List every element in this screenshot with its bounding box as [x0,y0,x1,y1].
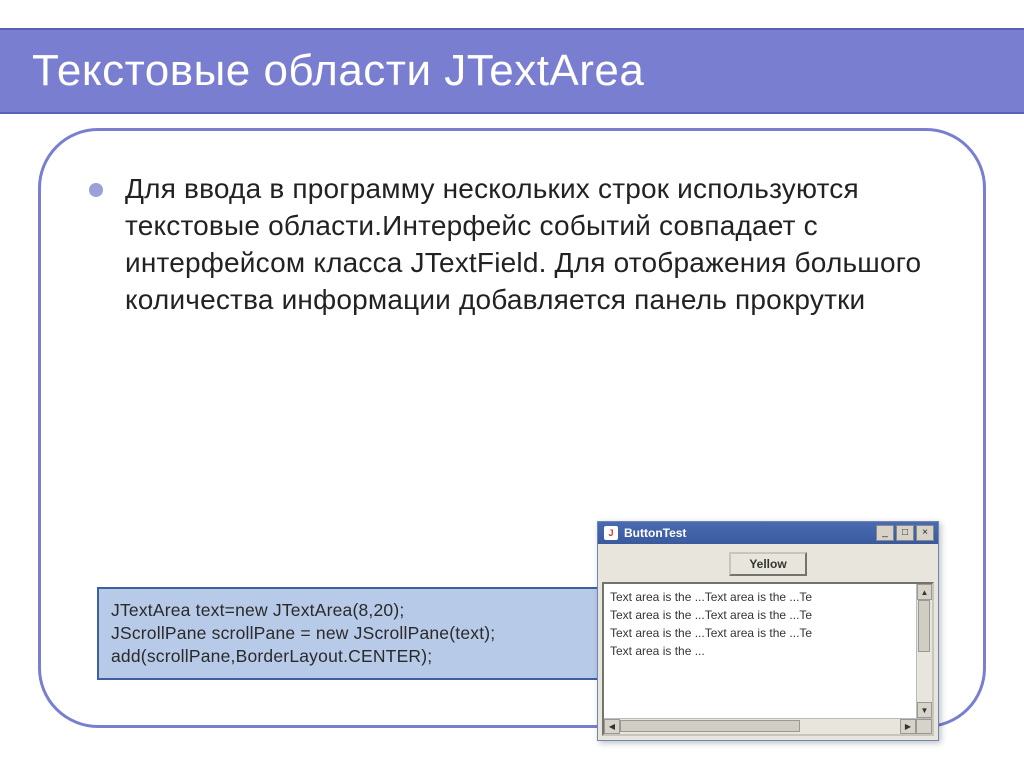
scroll-right-icon[interactable]: ▶ [900,719,916,734]
scroll-left-icon[interactable]: ◀ [604,719,620,734]
bullet-dot-icon [89,183,103,197]
scroll-down-icon[interactable]: ▼ [917,702,932,718]
vscroll-track[interactable] [917,600,932,702]
title-bar: Текстовые области JTextArea [0,28,1024,114]
minimize-button[interactable]: _ [876,525,894,541]
code-snippet: JTextArea text=new JTextArea(8,20); JScr… [97,587,617,680]
swing-window-title: ButtonTest [624,526,686,540]
swing-window: J ButtonTest _ □ × Yellow Text area is t… [597,521,939,741]
slide-container: Текстовые области JTextArea Для ввода в … [0,0,1024,768]
close-button[interactable]: × [916,525,934,541]
scroll-up-icon[interactable]: ▲ [917,584,932,600]
hscroll-thumb[interactable] [620,720,800,732]
java-icon: J [604,526,618,540]
hscroll-track[interactable] [620,719,900,734]
content-frame: Для ввода в программу нескольких строк и… [38,128,986,728]
text-area[interactable]: Text area is the ...Text area is the ...… [604,584,916,718]
window-controls: _ □ × [874,525,934,541]
swing-titlebar[interactable]: J ButtonTest _ □ × [598,522,938,544]
code-line: add(scrollPane,BorderLayout.CENTER); [111,646,432,666]
vscroll-thumb[interactable] [918,600,930,652]
slide-title: Текстовые области JTextArea [32,46,644,96]
vertical-scrollbar[interactable]: ▲ ▼ [916,584,932,718]
text-area-line: Text area is the ...Text area is the ...… [610,588,914,606]
text-area-line: Text area is the ...Text area is the ...… [610,606,914,624]
maximize-button[interactable]: □ [896,525,914,541]
swing-toolbar: Yellow [602,548,934,582]
text-area-line: Text area is the ... [610,642,914,660]
scroll-corner [916,719,932,734]
code-line: JTextArea text=new JTextArea(8,20); [111,600,404,620]
swing-body: Yellow Text area is the ...Text area is … [598,544,938,740]
horizontal-scrollbar[interactable]: ◀ ▶ [604,718,932,734]
yellow-button[interactable]: Yellow [729,552,806,576]
scroll-pane: Text area is the ...Text area is the ...… [602,582,934,736]
bullet-item: Для ввода в программу нескольких строк и… [89,171,943,319]
bullet-text: Для ввода в программу нескольких строк и… [125,171,943,319]
text-area-line: Text area is the ...Text area is the ...… [610,624,914,642]
code-line: JScrollPane scrollPane = new JScrollPane… [111,623,495,643]
